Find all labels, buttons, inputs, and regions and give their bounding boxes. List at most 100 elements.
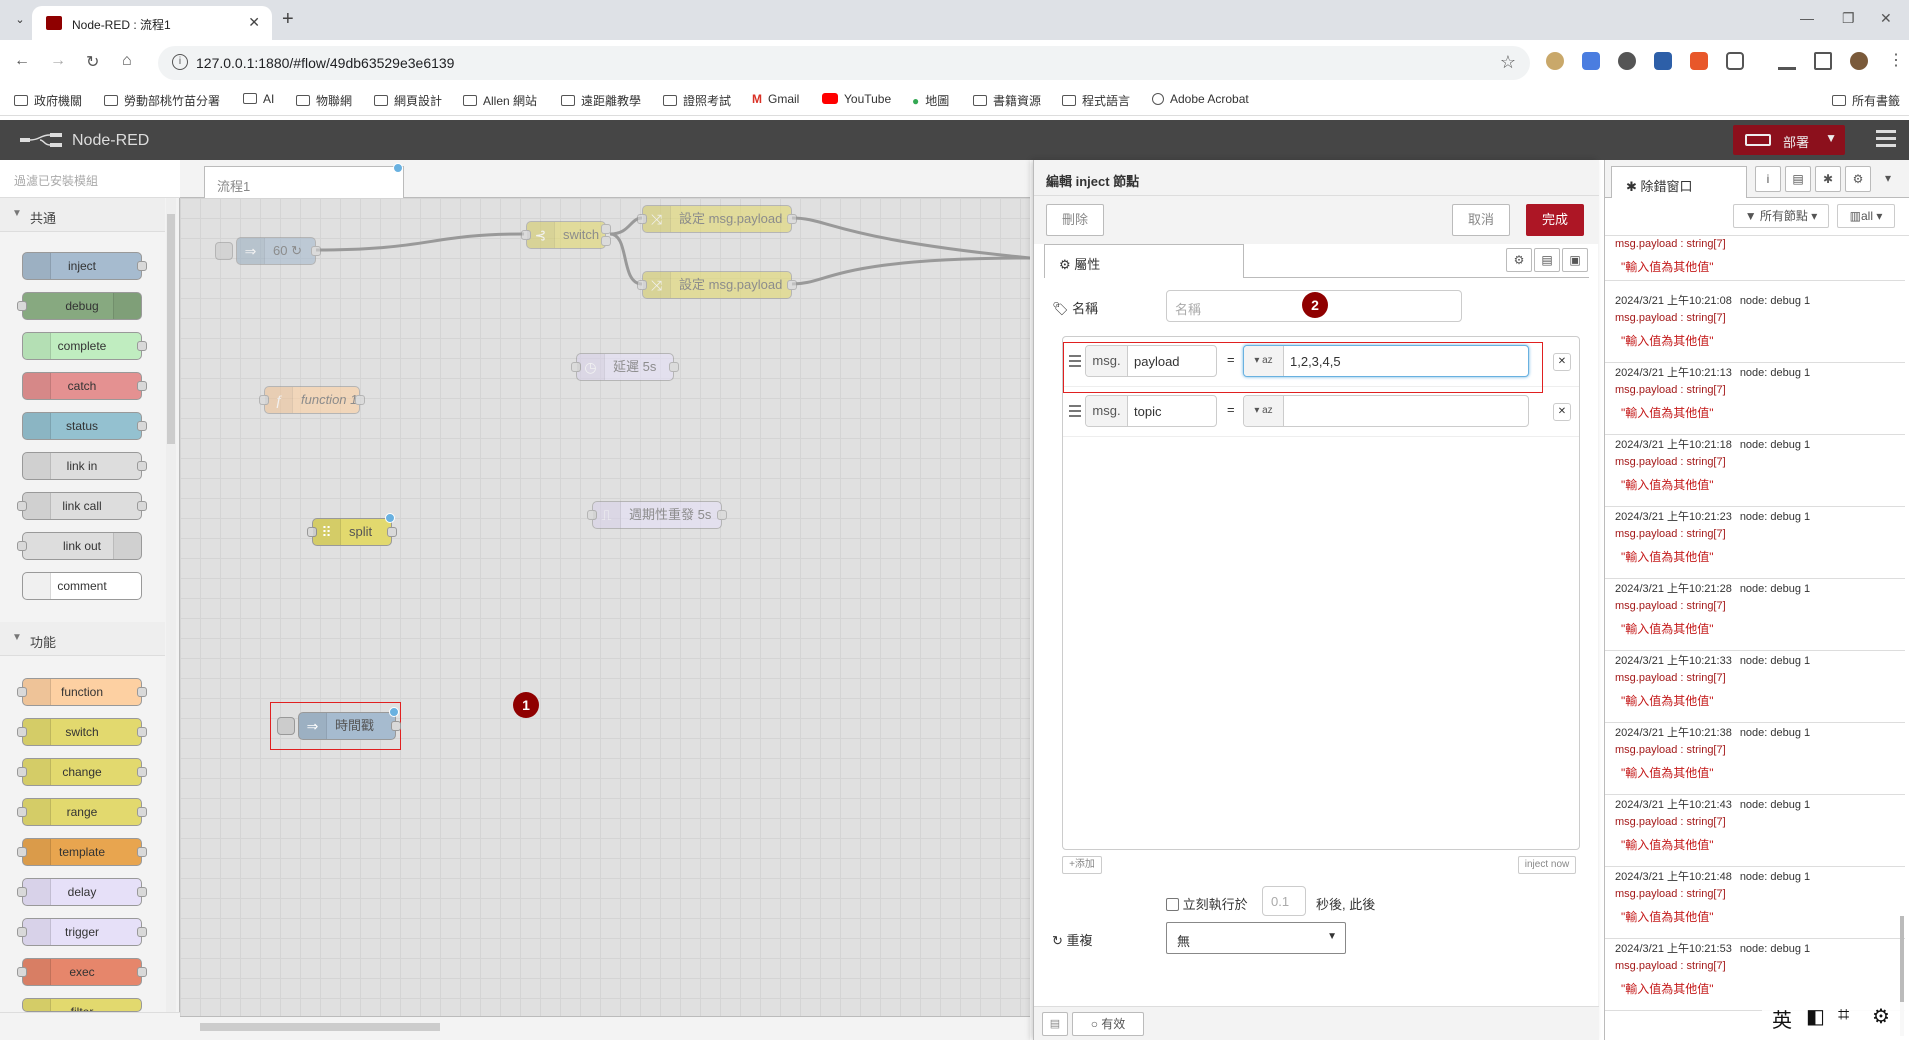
- inject-trigger-button[interactable]: [277, 717, 295, 735]
- palette-node-complete[interactable]: complete: [22, 332, 147, 360]
- bookmark-folder[interactable]: 遠距離教學: [561, 92, 641, 109]
- flow-node-switch[interactable]: ⊰ switch: [521, 221, 611, 249]
- bookmark-folder[interactable]: 證照考試: [663, 92, 731, 109]
- flow-canvas[interactable]: ⇒ 60 ↻ ⊰ switch ⤨ 設定 msg.payload ⤨ 設定 ms…: [180, 198, 1030, 1016]
- tab-debug[interactable]: ✱ 除錯窗口: [1611, 166, 1747, 198]
- debug-message[interactable]: msg.payload : string[7] "輸入值為其他值": [1605, 236, 1905, 281]
- description-icon[interactable]: ▤: [1534, 248, 1560, 272]
- palette-node-range[interactable]: range: [17, 798, 147, 826]
- palette-node-function[interactable]: function: [17, 678, 147, 706]
- palette-node-inject[interactable]: inject: [22, 252, 147, 280]
- debug-message[interactable]: 2024/3/21 上午10:21:08 node: debug 1 msg.pay…: [1605, 292, 1905, 363]
- palette-node-trigger[interactable]: trigger: [17, 918, 147, 946]
- bookmark-folder[interactable]: 勞動部桃竹苗分署: [104, 92, 220, 109]
- palette-node-switch[interactable]: switch: [17, 718, 147, 746]
- property-key-input[interactable]: msg. topic: [1085, 395, 1217, 427]
- flow-node-change-1[interactable]: ⤨ 設定 msg.payload: [637, 205, 797, 233]
- help-book-icon[interactable]: ▤: [1042, 1012, 1068, 1036]
- chrome-menu-icon[interactable]: ⋮: [1888, 50, 1904, 70]
- deploy-button[interactable]: 部署 ▼: [1733, 125, 1845, 155]
- palette-search[interactable]: 過濾已安裝模組: [0, 160, 180, 198]
- palette-node-template[interactable]: template: [17, 838, 147, 866]
- appearance-icon[interactable]: ▣: [1562, 248, 1588, 272]
- filter-nodes-button[interactable]: ▼ 所有節點 ▾: [1733, 204, 1829, 228]
- reload-icon[interactable]: ↻: [86, 52, 99, 72]
- debug-message[interactable]: 2024/3/21 上午10:21:18 node: debug 1 msg.pay…: [1605, 436, 1905, 507]
- bookmark-folder[interactable]: 政府機關: [14, 92, 82, 109]
- chevron-down-icon[interactable]: ▾: [1875, 166, 1901, 192]
- debug-message[interactable]: 2024/3/21 上午10:21:13 node: debug 1 msg.pay…: [1605, 364, 1905, 435]
- debug-message[interactable]: 2024/3/21 上午10:21:33 node: debug 1 msg.pay…: [1605, 652, 1905, 723]
- debug-message-list[interactable]: msg.payload : string[7] "輸入值為其他值" 2024/3…: [1605, 236, 1905, 1040]
- close-tab-icon[interactable]: ✕: [248, 14, 260, 31]
- ime-language[interactable]: 英: [1772, 1004, 1792, 1033]
- site-info-icon[interactable]: i: [172, 54, 188, 70]
- tab-search-button[interactable]: ⌄: [8, 9, 32, 31]
- bookmark-folder[interactable]: 物聯網: [296, 92, 352, 109]
- node-settings-icon[interactable]: ⚙: [1506, 248, 1532, 272]
- remove-row-button[interactable]: ✕: [1553, 403, 1571, 421]
- extension-icon[interactable]: [1654, 52, 1672, 70]
- inject-now-button[interactable]: inject now: [1518, 856, 1576, 874]
- restore-icon[interactable]: ❐: [1842, 10, 1855, 27]
- config-icon[interactable]: ⚙: [1845, 166, 1871, 192]
- profile-avatar[interactable]: [1850, 52, 1868, 70]
- repeat-select[interactable]: 無 ▼: [1166, 922, 1346, 954]
- tab-flow1[interactable]: 流程1: [204, 163, 404, 198]
- tab-properties[interactable]: ⚙ 屬性: [1044, 244, 1244, 278]
- palette-node-change[interactable]: change: [17, 758, 147, 786]
- done-button[interactable]: 完成: [1526, 204, 1584, 236]
- extension-icon[interactable]: [1618, 52, 1636, 70]
- enabled-toggle[interactable]: ○ 有效: [1072, 1012, 1144, 1036]
- translate-icon[interactable]: [1582, 52, 1600, 70]
- forward-icon[interactable]: →: [50, 52, 66, 70]
- debug-message[interactable]: 2024/3/21 上午10:21:43 node: debug 1 msg.pay…: [1605, 796, 1905, 867]
- browser-tab[interactable]: Node-RED : 流程1 ✕: [32, 6, 272, 40]
- flow-node-timestamp[interactable]: ⇒ 時間戳: [277, 707, 401, 740]
- add-property-button[interactable]: +添加: [1062, 856, 1102, 874]
- palette-node-delay[interactable]: delay: [17, 878, 147, 906]
- palette-node-catch[interactable]: catch: [22, 372, 147, 400]
- debug-message[interactable]: 2024/3/21 上午10:21:48 node: debug 1 msg.pay…: [1605, 868, 1905, 939]
- close-window-icon[interactable]: ✕: [1880, 10, 1892, 27]
- ime-tool-icon[interactable]: ⌗: [1838, 1004, 1849, 1027]
- extension-icon[interactable]: [1690, 52, 1708, 70]
- bookmark-folder[interactable]: 程式語言: [1062, 92, 1130, 109]
- palette-node-comment[interactable]: comment: [22, 572, 142, 600]
- debug-message[interactable]: 2024/3/21 上午10:21:38 node: debug 1 msg.pay…: [1605, 724, 1905, 795]
- debug-scrollbar[interactable]: [1900, 236, 1908, 1040]
- flow-node-inject-60[interactable]: ⇒ 60 ↻: [215, 237, 321, 265]
- minimize-icon[interactable]: —: [1800, 10, 1814, 26]
- palette-node-debug[interactable]: debug: [17, 292, 142, 320]
- palette-node-link-call[interactable]: link call: [17, 492, 147, 520]
- bug-icon[interactable]: ✱: [1815, 166, 1841, 192]
- scrollbar-thumb[interactable]: [200, 1023, 440, 1031]
- chevron-down-icon[interactable]: ▼: [1825, 131, 1837, 145]
- flow-node-delay[interactable]: ◷ 延遲 5s: [571, 353, 679, 381]
- bookmark-gmail[interactable]: M Gmail: [752, 92, 799, 106]
- remove-row-button[interactable]: ✕: [1553, 353, 1571, 371]
- scrollbar-thumb[interactable]: [167, 214, 175, 444]
- bookmark-star-icon[interactable]: ☆: [1500, 52, 1516, 73]
- palette-node-status[interactable]: status: [22, 412, 147, 440]
- palette-node-link-in[interactable]: link in: [22, 452, 147, 480]
- help-book-icon[interactable]: ▤: [1785, 166, 1811, 192]
- inject-trigger-button[interactable]: [215, 242, 233, 260]
- debug-message[interactable]: 2024/3/21 上午10:21:28 node: debug 1 msg.pay…: [1605, 580, 1905, 651]
- palette-node-exec[interactable]: exec: [17, 958, 147, 986]
- back-icon[interactable]: ←: [14, 52, 30, 70]
- once-delay-input[interactable]: 0.1: [1262, 886, 1306, 916]
- palette-node-filter[interactable]: filter: [22, 998, 142, 1012]
- property-value-input[interactable]: ▾ az: [1243, 395, 1529, 427]
- main-menu-icon[interactable]: [1876, 130, 1896, 151]
- once-checkbox[interactable]: [1166, 898, 1179, 911]
- flow-node-change-2[interactable]: ⤨ 設定 msg.payload: [637, 271, 797, 299]
- debug-message[interactable]: 2024/3/21 上午10:21:23 node: debug 1 msg.pay…: [1605, 508, 1905, 579]
- bookmark-folder[interactable]: 網頁設計: [374, 92, 442, 109]
- palette-search-input[interactable]: 過濾已安裝模組: [14, 172, 98, 189]
- new-tab-button[interactable]: +: [282, 8, 294, 31]
- flow-node-function[interactable]: ƒ function 1: [259, 386, 365, 414]
- flow-node-trigger[interactable]: ⎍ 週期性重發 5s: [587, 501, 727, 529]
- ime-settings-icon[interactable]: ⚙: [1872, 1004, 1890, 1029]
- flow-node-split[interactable]: ⠿ split: [307, 513, 397, 546]
